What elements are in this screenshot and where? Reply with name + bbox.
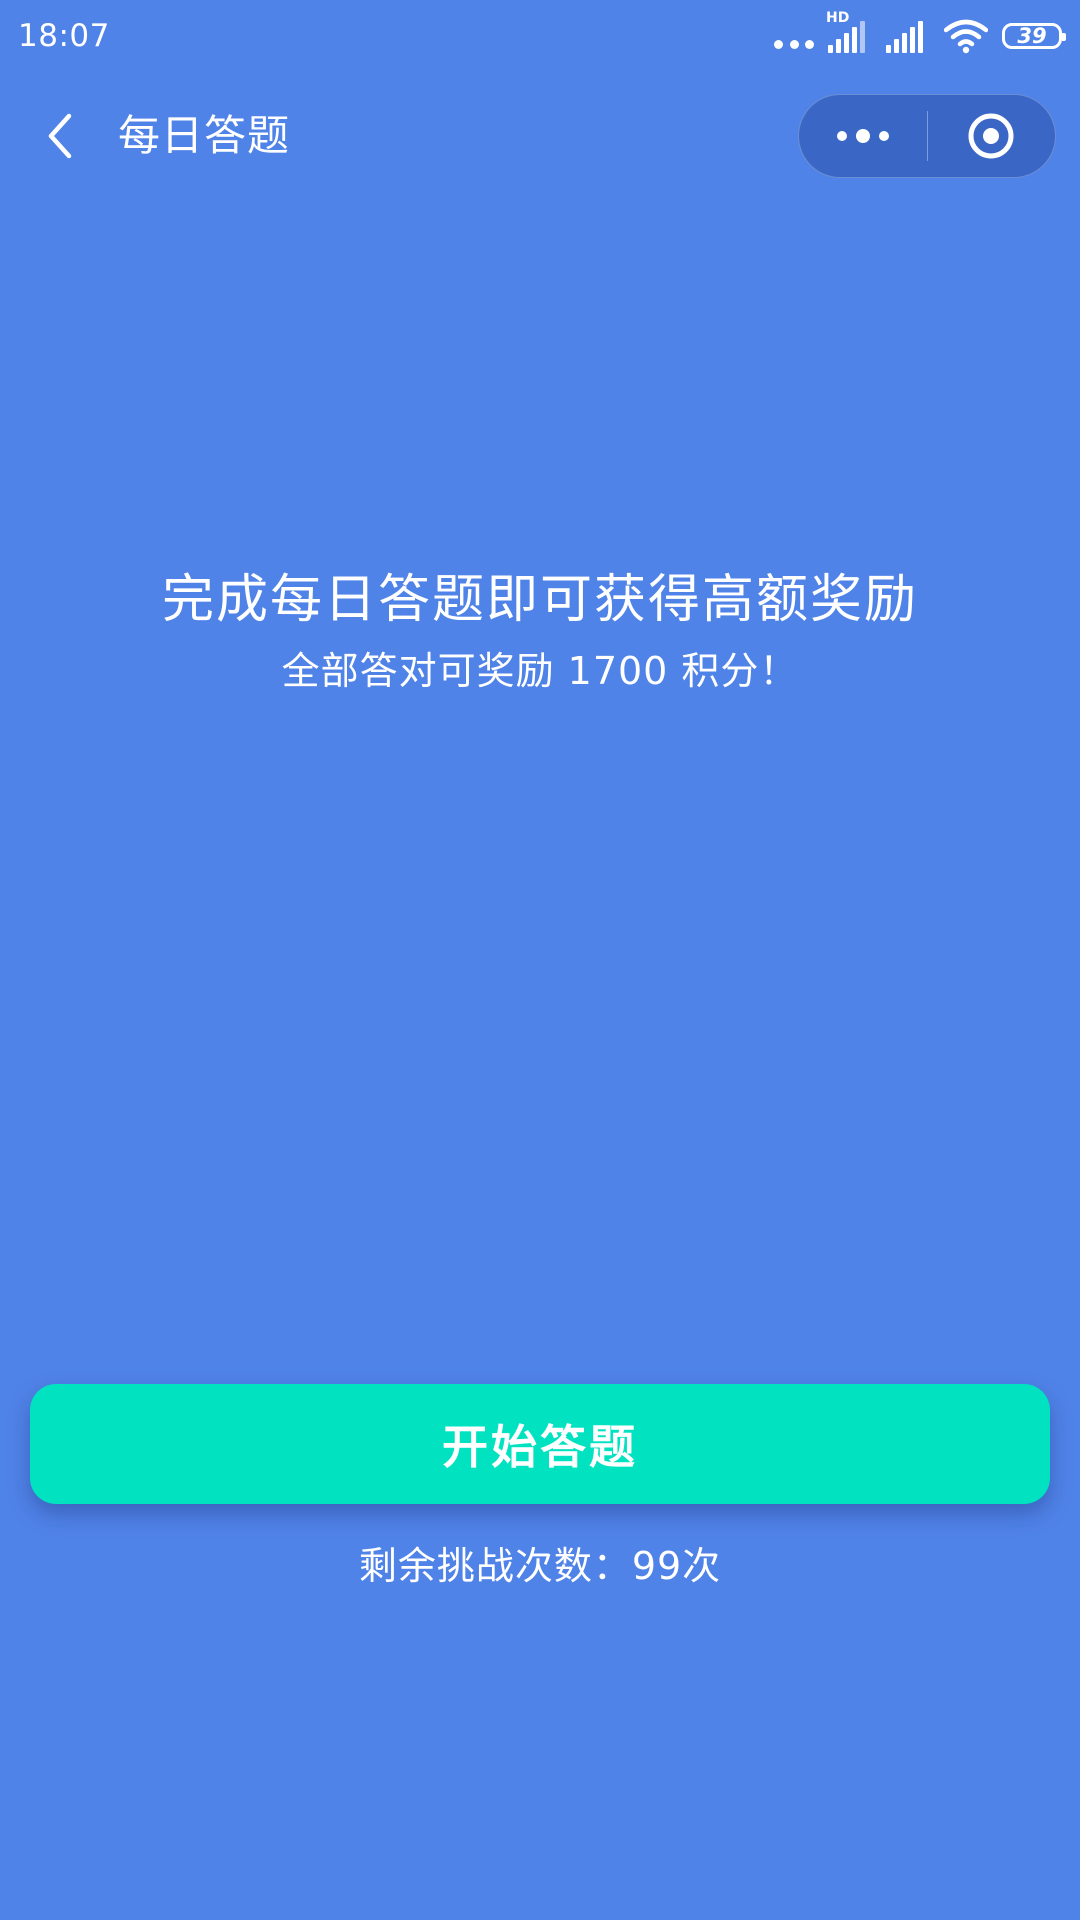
chevron-left-icon	[48, 113, 72, 159]
close-button[interactable]	[928, 94, 1056, 178]
page-title: 每日答题	[118, 111, 291, 160]
remaining-attempts: 剩余挑战次数：99次	[358, 1544, 722, 1588]
reward-subline: 全部答对可奖励 1700 积分！	[281, 649, 799, 693]
signal-icon	[886, 17, 930, 55]
status-indicators: HD 39	[774, 11, 1066, 56]
target-close-icon	[968, 113, 1014, 159]
back-button[interactable]	[30, 106, 90, 166]
status-bar: 18:07 HD 39	[0, 0, 1080, 72]
more-dots-icon	[836, 131, 847, 141]
start-quiz-button[interactable]: 开始答题	[30, 1384, 1050, 1504]
more-notifications-icon	[774, 37, 814, 49]
status-time: 18:07	[18, 18, 110, 54]
mini-program-capsule	[798, 94, 1056, 178]
battery-icon: 39	[1002, 23, 1066, 49]
nav-bar: 每日答题	[0, 88, 1080, 184]
wifi-icon	[944, 19, 988, 54]
screen: 18:07 HD 39 每日答题 完成每日答题即可获得高额奖励 全部答对可奖励 …	[0, 0, 1080, 1920]
battery-level: 39	[1017, 24, 1047, 48]
headline: 完成每日答题即可获得高额奖励	[161, 570, 918, 630]
signal-hd-icon: HD	[826, 11, 872, 55]
more-button[interactable]	[799, 94, 927, 178]
